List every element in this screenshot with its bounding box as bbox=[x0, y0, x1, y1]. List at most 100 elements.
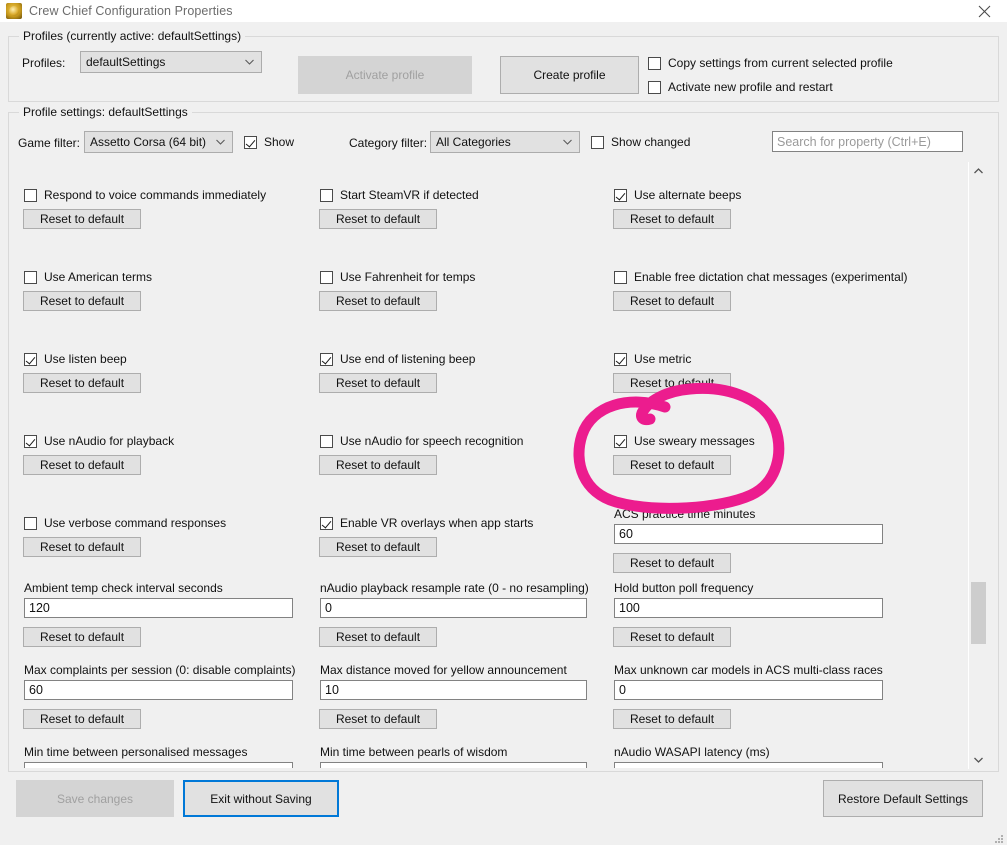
reset-to-default-button[interactable]: Reset to default bbox=[23, 209, 141, 229]
checkbox-box bbox=[614, 352, 627, 366]
setting-checkbox[interactable]: Use alternate beeps bbox=[614, 188, 741, 202]
setting-checkbox-label: Use alternate beeps bbox=[634, 188, 742, 202]
scrollbar-thumb[interactable] bbox=[971, 582, 986, 644]
show-changed-checkbox[interactable]: Show changed bbox=[591, 135, 690, 149]
setting-text-input[interactable]: 100 bbox=[614, 598, 883, 618]
checkbox-box bbox=[320, 270, 333, 284]
setting-checkbox[interactable]: Use American terms bbox=[24, 270, 152, 284]
chevron-up-icon[interactable] bbox=[969, 162, 987, 180]
setting-text-value: 120 bbox=[29, 601, 50, 615]
setting-text-input[interactable]: 60 bbox=[24, 680, 293, 700]
checkbox-box bbox=[320, 188, 333, 202]
chevron-down-icon[interactable] bbox=[969, 751, 987, 769]
reset-to-default-button[interactable]: Reset to default bbox=[23, 455, 141, 475]
setting-text-input[interactable] bbox=[320, 762, 587, 768]
setting-field-label: nAudio playback resample rate (0 - no re… bbox=[320, 581, 589, 595]
setting-checkbox[interactable]: Start SteamVR if detected bbox=[320, 188, 479, 202]
setting-text-input[interactable]: 10 bbox=[320, 680, 587, 700]
setting-text-input[interactable]: 60 bbox=[614, 524, 883, 544]
category-filter-dropdown[interactable]: All Categories bbox=[430, 131, 580, 153]
checkbox-box bbox=[244, 135, 257, 149]
setting-field-label: Max complaints per session (0: disable c… bbox=[24, 663, 296, 677]
setting-field-label: nAudio WASAPI latency (ms) bbox=[614, 745, 770, 759]
category-filter-label: Category filter: bbox=[349, 136, 428, 150]
reset-to-default-button[interactable]: Reset to default bbox=[319, 455, 437, 475]
setting-text-input[interactable]: 120 bbox=[24, 598, 293, 618]
setting-checkbox[interactable]: Use nAudio for speech recognition bbox=[320, 434, 523, 448]
show-changed-checkbox-label: Show changed bbox=[611, 135, 691, 149]
setting-checkbox[interactable]: Use metric bbox=[614, 352, 691, 366]
setting-text-input[interactable]: 0 bbox=[614, 680, 883, 700]
setting-checkbox-label: Enable free dictation chat messages (exp… bbox=[634, 270, 908, 284]
reset-to-default-button[interactable]: Reset to default bbox=[23, 373, 141, 393]
setting-field-label: Ambient temp check interval seconds bbox=[24, 581, 223, 595]
reset-to-default-button[interactable]: Reset to default bbox=[319, 709, 437, 729]
resize-grip[interactable] bbox=[992, 831, 1004, 843]
setting-field-label: Max distance moved for yellow announceme… bbox=[320, 663, 567, 677]
reset-to-default-button[interactable]: Reset to default bbox=[613, 291, 731, 311]
checkbox-box bbox=[24, 188, 37, 202]
bottom-action-bar: Save changes Exit without Saving Restore… bbox=[0, 772, 1007, 845]
reset-to-default-button[interactable]: Reset to default bbox=[23, 709, 141, 729]
setting-text-input[interactable] bbox=[614, 762, 883, 768]
crew-chief-logo-icon bbox=[6, 3, 22, 19]
game-filter-dropdown[interactable]: Assetto Corsa (64 bit) bbox=[84, 131, 233, 153]
vertical-scrollbar[interactable] bbox=[968, 162, 986, 769]
setting-field-label: Hold button poll frequency bbox=[614, 581, 754, 595]
reset-to-default-button[interactable]: Reset to default bbox=[319, 627, 437, 647]
reset-to-default-button[interactable]: Reset to default bbox=[23, 627, 141, 647]
save-changes-button[interactable]: Save changes bbox=[16, 780, 174, 817]
setting-checkbox-label: Use metric bbox=[634, 352, 692, 366]
reset-to-default-button[interactable]: Reset to default bbox=[613, 373, 731, 393]
profiles-dropdown[interactable]: defaultSettings bbox=[80, 51, 262, 73]
setting-text-input[interactable]: 0 bbox=[320, 598, 587, 618]
create-profile-button[interactable]: Create profile bbox=[500, 56, 639, 94]
setting-field-label: ACS practice time minutes bbox=[614, 507, 756, 521]
setting-checkbox-label: Respond to voice commands immediately bbox=[44, 188, 267, 202]
reset-to-default-button[interactable]: Reset to default bbox=[23, 537, 141, 557]
restore-default-settings-button[interactable]: Restore Default Settings bbox=[823, 780, 983, 817]
setting-checkbox[interactable]: Use Fahrenheit for temps bbox=[320, 270, 475, 284]
setting-checkbox-label: Enable VR overlays when app starts bbox=[340, 516, 534, 530]
activate-profile-button[interactable]: Activate profile bbox=[298, 56, 472, 94]
show-checkbox[interactable]: Show bbox=[244, 135, 294, 149]
reset-to-default-button[interactable]: Reset to default bbox=[613, 209, 731, 229]
close-icon[interactable] bbox=[961, 0, 1007, 22]
reset-to-default-button[interactable]: Reset to default bbox=[319, 373, 437, 393]
chevron-down-icon bbox=[563, 137, 572, 146]
reset-to-default-button[interactable]: Reset to default bbox=[613, 709, 731, 729]
setting-field-label: Min time between personalised messages bbox=[24, 745, 248, 759]
setting-checkbox[interactable]: Use sweary messages bbox=[614, 434, 755, 448]
reset-to-default-button[interactable]: Reset to default bbox=[319, 537, 437, 557]
setting-checkbox-label: Use nAudio for playback bbox=[44, 434, 175, 448]
setting-checkbox[interactable]: Enable free dictation chat messages (exp… bbox=[614, 270, 907, 284]
search-input[interactable]: Search for property (Ctrl+E) bbox=[772, 131, 963, 152]
reset-to-default-button[interactable]: Reset to default bbox=[613, 553, 731, 573]
settings-scroll-panel: Respond to voice commands immediately Res… bbox=[10, 160, 991, 768]
game-filter-label: Game filter: bbox=[18, 136, 81, 150]
setting-field-label: Max unknown car models in ACS multi-clas… bbox=[614, 663, 883, 677]
reset-to-default-button[interactable]: Reset to default bbox=[23, 291, 141, 311]
profiles-group: Profiles (currently active: defaultSetti… bbox=[8, 29, 999, 102]
setting-checkbox[interactable]: Respond to voice commands immediately bbox=[24, 188, 266, 202]
setting-checkbox[interactable]: Enable VR overlays when app starts bbox=[320, 516, 533, 530]
chevron-down-icon bbox=[245, 57, 254, 66]
copy-settings-checkbox[interactable]: Copy settings from current selected prof… bbox=[648, 56, 893, 70]
profile-settings-group-title: Profile settings: defaultSettings bbox=[19, 105, 192, 119]
setting-checkbox[interactable]: Use listen beep bbox=[24, 352, 127, 366]
setting-text-value: 60 bbox=[619, 527, 633, 541]
exit-without-saving-button[interactable]: Exit without Saving bbox=[183, 780, 339, 817]
setting-checkbox-label: Use end of listening beep bbox=[340, 352, 476, 366]
reset-to-default-button[interactable]: Reset to default bbox=[613, 627, 731, 647]
reset-to-default-button[interactable]: Reset to default bbox=[319, 291, 437, 311]
setting-text-input[interactable] bbox=[24, 762, 293, 768]
setting-checkbox-label: Use listen beep bbox=[44, 352, 127, 366]
checkbox-box bbox=[614, 270, 627, 284]
setting-checkbox[interactable]: Use end of listening beep bbox=[320, 352, 475, 366]
chevron-down-icon bbox=[216, 137, 225, 146]
reset-to-default-button[interactable]: Reset to default bbox=[613, 455, 731, 475]
reset-to-default-button[interactable]: Reset to default bbox=[319, 209, 437, 229]
activate-new-profile-checkbox[interactable]: Activate new profile and restart bbox=[648, 80, 833, 94]
setting-checkbox[interactable]: Use nAudio for playback bbox=[24, 434, 174, 448]
setting-checkbox[interactable]: Use verbose command responses bbox=[24, 516, 226, 530]
